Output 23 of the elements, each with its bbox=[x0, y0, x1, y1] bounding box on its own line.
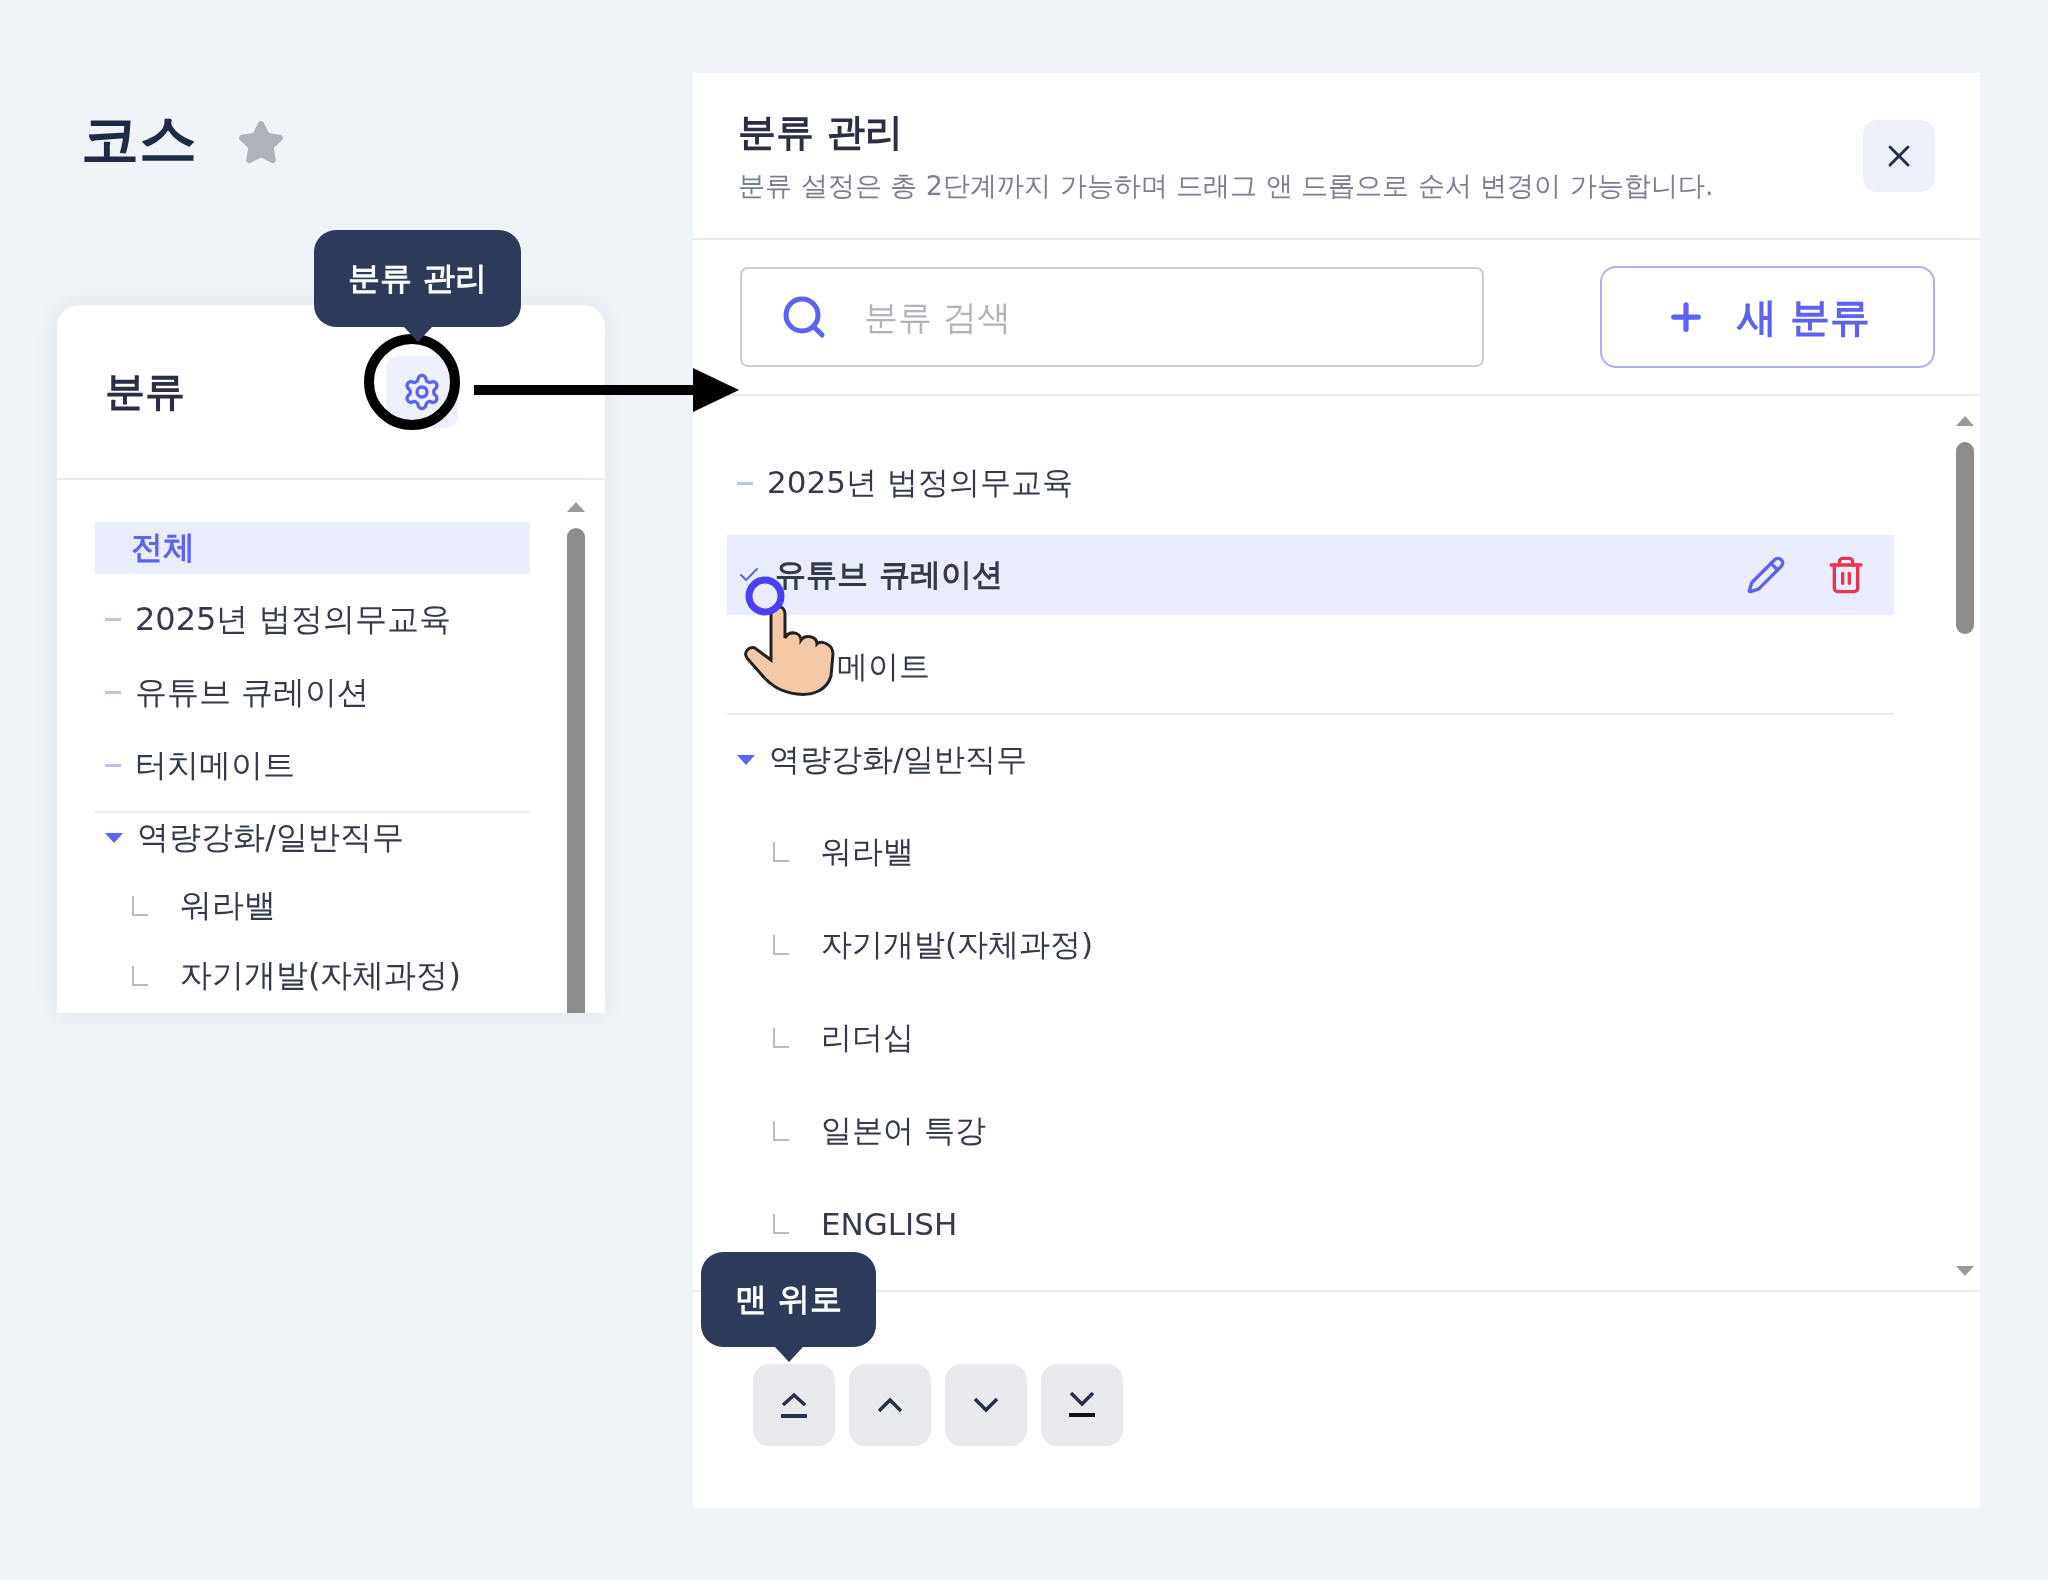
tooltip: 맨 위로 bbox=[701, 1252, 877, 1347]
category-item[interactable]: 역량강화/일반직무 bbox=[95, 811, 530, 863]
tree-item[interactable]: 역량강화/일반직무 bbox=[727, 713, 1894, 805]
category-item[interactable]: 자기개발(자체과정) bbox=[95, 949, 530, 1003]
category-item[interactable]: 2025년 법정의무교육 bbox=[95, 592, 530, 647]
category-item[interactable]: 워라밸 bbox=[95, 879, 530, 933]
search-field[interactable]: 분류 검색 bbox=[740, 267, 1484, 367]
tree-item[interactable]: 워라밸 bbox=[727, 805, 1894, 898]
dialog-subtitle: 분류 설정은 총 2단계까지 가능하며 드래그 앤 드롭으로 순서 변경이 가능합니다. bbox=[738, 169, 1714, 203]
category-item[interactable]: 전체 bbox=[95, 522, 530, 574]
tooltip: 분류 관리 bbox=[314, 230, 522, 327]
category-item[interactable]: 유튜브 큐레이션 bbox=[95, 665, 530, 720]
tree-item[interactable]: 리더십 bbox=[727, 991, 1894, 1084]
tree-item[interactable]: 2025년 법정의무교육 bbox=[727, 437, 1894, 529]
dialog-title: 분류 관리 bbox=[738, 109, 905, 156]
tree-item[interactable]: 일본어 특강 bbox=[727, 1084, 1894, 1177]
page-title: 코스 bbox=[81, 104, 197, 175]
tree-item[interactable]: 유튜브 큐레이션 bbox=[727, 535, 1894, 615]
card-title: 분류 bbox=[105, 367, 185, 416]
tree-item[interactable]: 자기개발(자체과정) bbox=[727, 898, 1894, 991]
tree-item[interactable]: 메이트 bbox=[727, 621, 1894, 713]
new-category-button[interactable]: 새 분류 bbox=[1600, 266, 1935, 368]
category-item[interactable]: 터치메이트 bbox=[95, 738, 530, 793]
